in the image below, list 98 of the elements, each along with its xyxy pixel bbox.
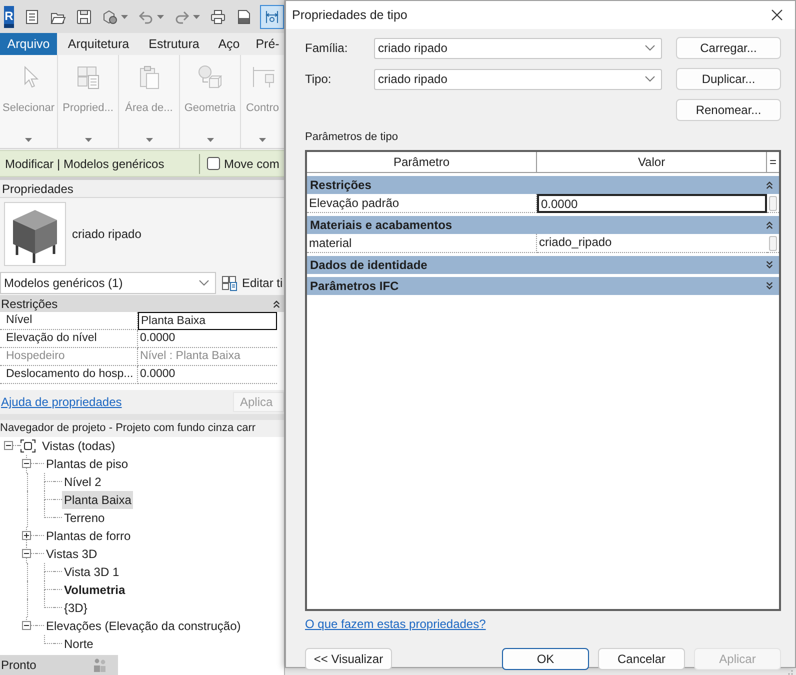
ribbon-tab[interactable]: Estrutura	[140, 33, 208, 55]
column-header[interactable]: =	[767, 152, 779, 172]
checkbox-label[interactable]: Move com	[224, 154, 280, 172]
field-button[interactable]: Duplicar...	[676, 68, 781, 90]
printer-icon	[210, 8, 226, 24]
caret-icon	[157, 14, 164, 18]
property-name: Nível	[0, 312, 138, 330]
parameter-value[interactable]: criado_ripado	[537, 234, 767, 253]
parameter-name: material	[307, 234, 537, 253]
tree-item[interactable]: Terreno	[62, 509, 107, 527]
tree-item[interactable]: Planta Baixa	[62, 491, 134, 509]
properties-icon	[76, 65, 100, 89]
group-title: Restrições	[310, 177, 372, 194]
rename-button[interactable]: Renomear...	[676, 99, 781, 121]
column-header[interactable]: Valor	[537, 152, 767, 172]
caret-icon	[146, 138, 152, 142]
dialog-button[interactable]: Cancelar	[598, 648, 685, 670]
caret-icon	[206, 138, 214, 142]
undo-icon	[138, 8, 154, 24]
status-text: Pronto	[0, 657, 38, 674]
caret-icon	[25, 138, 32, 142]
tree-item[interactable]: Norte	[62, 635, 96, 653]
property-name: Elevação do nível	[0, 330, 138, 348]
sphere-cube-icon	[198, 65, 222, 89]
chevron-down-icon[interactable]	[766, 282, 773, 290]
parameter-name: Elevação padrão	[307, 194, 537, 213]
dialog-button[interactable]: OK	[502, 648, 589, 670]
redo-icon	[174, 8, 190, 24]
type-name: criado ripado	[72, 226, 142, 243]
help-link[interactable]: Ajuda de propriedades	[0, 393, 122, 411]
group-title: Materiais e acabamentos	[310, 217, 452, 234]
tree-item[interactable]: Elevações (Elevação da construção)	[44, 617, 243, 635]
dimension-icon	[264, 8, 280, 24]
tree-item[interactable]: Vista 3D 1	[62, 563, 122, 581]
field-label: Família:	[305, 40, 349, 57]
group-header[interactable]: Restrições	[0, 295, 284, 312]
dimension-icon	[250, 65, 274, 89]
help-link[interactable]: O que fazem estas propriedades?	[305, 615, 486, 631]
group-header[interactable]: Parâmetros IFC	[307, 277, 779, 295]
ribbon-tab[interactable]: Aço	[208, 33, 250, 55]
chevron-up-icon[interactable]	[766, 181, 773, 189]
field-label: Tipo:	[305, 71, 332, 88]
parameter-value[interactable]: 0.0000	[537, 194, 767, 213]
edit-type-button[interactable]: Editar ti	[221, 272, 283, 294]
property-value[interactable]: 0.0000	[138, 330, 277, 348]
ribbon-tab[interactable]: Pré-	[250, 33, 285, 55]
dropdown-field[interactable]: criado ripado	[374, 68, 662, 90]
caret-icon	[259, 138, 266, 142]
chevron-up-icon[interactable]	[273, 300, 280, 308]
tree-item[interactable]: Plantas de piso	[44, 455, 130, 473]
chevron-down-icon	[645, 45, 655, 51]
hexagon-circle-icon	[102, 8, 118, 24]
type-properties-icon	[221, 274, 237, 290]
file-icon	[236, 8, 252, 24]
group-title: Dados de identidade	[310, 257, 428, 274]
tree-item[interactable]: Vistas 3D	[44, 545, 100, 563]
tree-item[interactable]: {3D}	[62, 599, 90, 617]
cube-preview-icon	[4, 202, 66, 266]
chevron-down-icon	[199, 280, 209, 286]
dropdown-field[interactable]: criado ripado	[374, 38, 662, 58]
dialog-title: Propriedades de tipo	[292, 6, 408, 24]
tree-item[interactable]: Plantas de forro	[44, 527, 133, 545]
chevron-up-icon[interactable]	[766, 221, 773, 229]
checkbox[interactable]	[207, 157, 220, 170]
tree-item[interactable]: Vistas (todas)	[40, 437, 118, 455]
chevron-down-icon	[645, 76, 655, 82]
chevron-down-icon[interactable]	[766, 261, 773, 269]
group-header[interactable]: Materiais e acabamentos	[307, 216, 779, 234]
caret-icon	[193, 14, 200, 18]
caret-icon	[84, 138, 92, 142]
caret-icon	[121, 14, 128, 18]
ribbon-tab[interactable]: Arquitetura	[57, 33, 140, 55]
minus-box-icon[interactable]	[22, 549, 31, 558]
minus-box-icon[interactable]	[22, 459, 31, 468]
clipboard-icon	[137, 65, 161, 89]
document-icon	[24, 8, 40, 24]
group-header[interactable]: Dados de identidade	[307, 256, 779, 274]
field-button[interactable]: Carregar...	[676, 37, 781, 59]
app-logo[interactable]: R	[4, 6, 14, 28]
column-header[interactable]: Parâmetro	[307, 152, 537, 172]
group-header[interactable]: Restrições	[307, 176, 779, 194]
property-value[interactable]: Planta Baixa	[138, 312, 277, 330]
context-title: Modificar | Modelos genéricos	[4, 156, 166, 172]
section-label: Parâmetros de tipo	[305, 130, 399, 144]
dialog-button[interactable]: << Visualizar	[305, 648, 392, 670]
group-title: Parâmetros IFC	[310, 278, 399, 295]
property-name: Hospedeiro	[0, 348, 138, 366]
plus-box-icon[interactable]	[22, 531, 31, 540]
view-icon	[20, 439, 36, 453]
type-selector[interactable]: Modelos genéricos (1)	[0, 272, 216, 294]
group-title: Restrições	[1, 296, 58, 312]
minus-box-icon[interactable]	[22, 621, 31, 630]
tree-item[interactable]: Volumetria	[62, 581, 128, 599]
ribbon-tab[interactable]: Arquivo	[0, 33, 57, 55]
minus-box-icon[interactable]	[4, 441, 13, 450]
close-icon	[771, 9, 783, 21]
toolbar-button[interactable]	[260, 4, 284, 28]
tree-item[interactable]: Nível 2	[62, 473, 104, 491]
